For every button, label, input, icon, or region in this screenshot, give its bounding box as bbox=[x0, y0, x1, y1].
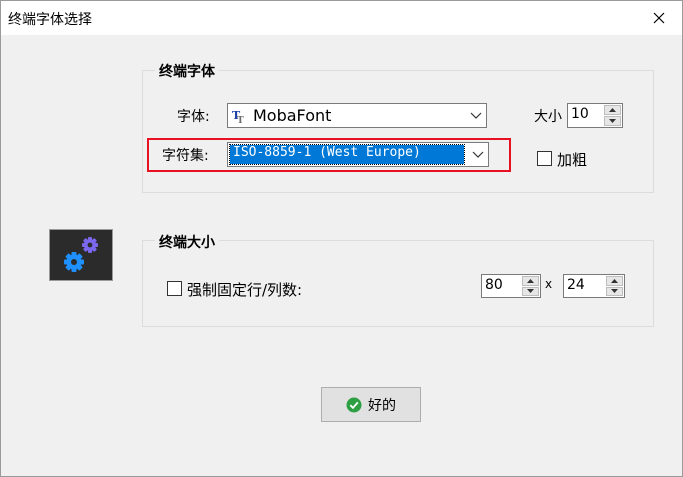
caret-up-icon bbox=[527, 278, 534, 283]
title-bar: 终端字体选择 bbox=[1, 1, 682, 35]
caret-up-icon bbox=[609, 108, 616, 112]
font-size-spinner[interactable]: 10 bbox=[567, 103, 623, 128]
spin-down-button[interactable] bbox=[522, 286, 539, 296]
caret-up-icon bbox=[611, 278, 618, 283]
font-group-title: 终端字体 bbox=[155, 61, 219, 81]
caret-down-icon bbox=[527, 289, 534, 294]
font-combobox[interactable]: T T MobaFont bbox=[227, 103, 487, 128]
ok-label: 好的 bbox=[368, 397, 396, 414]
charset-combobox[interactable]: ISO-8859-1 (West Europe) bbox=[227, 142, 489, 167]
bold-checkbox[interactable] bbox=[537, 151, 552, 166]
font-value: MobaFont bbox=[253, 106, 332, 125]
close-icon bbox=[653, 12, 665, 24]
window-title: 终端字体选择 bbox=[8, 12, 92, 28]
force-size-checkbox[interactable] bbox=[167, 281, 182, 296]
rows-value: 24 bbox=[567, 277, 585, 293]
check-circle-icon bbox=[346, 397, 362, 412]
svg-text:T: T bbox=[237, 116, 244, 124]
close-button[interactable] bbox=[636, 1, 682, 35]
spin-down-button[interactable] bbox=[606, 286, 623, 296]
spin-up-button[interactable] bbox=[604, 105, 621, 115]
bold-label: 加粗 bbox=[557, 151, 588, 169]
settings-image bbox=[49, 229, 113, 281]
size-separator: x bbox=[545, 277, 553, 291]
ok-button[interactable]: 好的 bbox=[321, 387, 421, 422]
caret-down-icon bbox=[611, 289, 618, 294]
font-group bbox=[142, 70, 654, 193]
size-label: 大小 bbox=[534, 109, 562, 125]
truetype-font-icon: T T bbox=[232, 109, 244, 124]
dialog-window: 终端字体选择 终端字体 字体: T T MobaFont 大小 10 字符集: … bbox=[0, 0, 683, 477]
font-label: 字体: bbox=[177, 109, 210, 125]
font-size-value: 10 bbox=[571, 106, 589, 122]
caret-down-icon bbox=[609, 119, 616, 123]
spin-down-button[interactable] bbox=[604, 116, 621, 126]
charset-value: ISO-8859-1 (West Europe) bbox=[233, 145, 421, 160]
force-size-label: 强制固定行/列数: bbox=[187, 281, 303, 299]
columns-value: 80 bbox=[485, 277, 503, 293]
spin-up-button[interactable] bbox=[522, 276, 539, 286]
rows-spinner[interactable]: 24 bbox=[563, 274, 625, 298]
spin-up-button[interactable] bbox=[606, 276, 623, 286]
chevron-down-icon bbox=[472, 151, 484, 158]
size-group-title: 终端大小 bbox=[155, 232, 219, 252]
columns-spinner[interactable]: 80 bbox=[481, 274, 541, 298]
charset-label: 字符集: bbox=[162, 148, 209, 164]
chevron-down-icon bbox=[470, 112, 482, 119]
gears-icon bbox=[64, 237, 98, 272]
